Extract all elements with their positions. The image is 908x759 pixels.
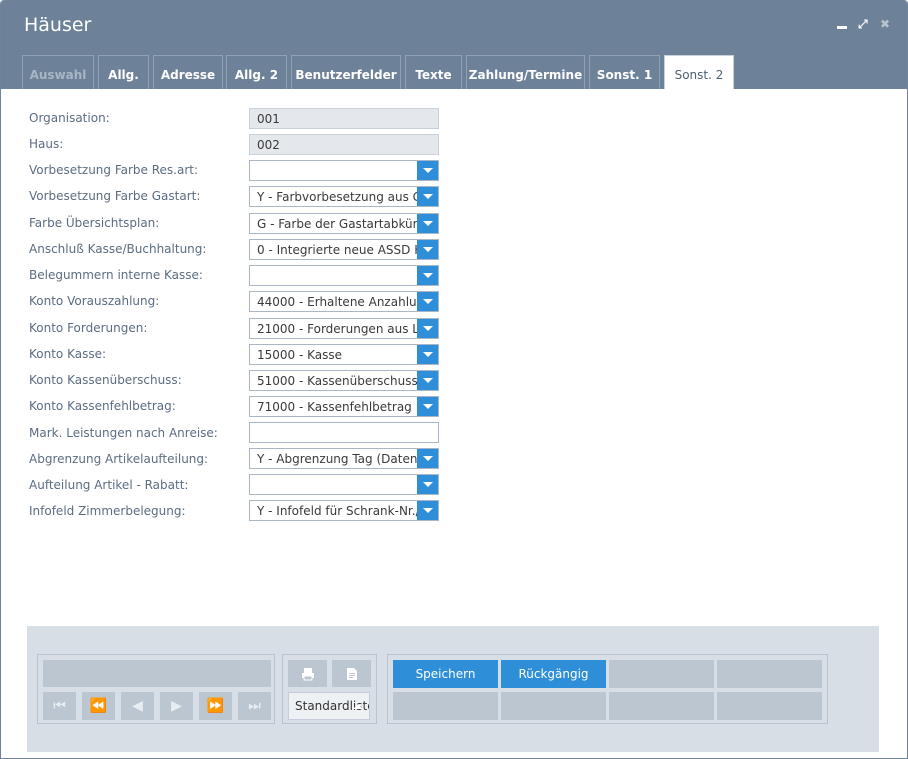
belegnummern-select[interactable] (249, 265, 439, 286)
empty-action-button (717, 692, 822, 720)
field-label: Konto Kassenfehlbetrag: (29, 399, 176, 413)
field-label: Belegummern interne Kasse: (29, 268, 203, 282)
farbe-gastart-select[interactable]: Y - Farbvorbesetzung aus Gastart (249, 186, 439, 207)
field-label: Vorbesetzung Farbe Res.art: (29, 163, 199, 177)
bottom-toolbar: ⏮ ⏪ ◀ ▶ ⏩ ⏭ Standardliste Speichern Rück… (27, 626, 879, 752)
empty-action-button (609, 660, 714, 688)
field-label: Aufteilung Artikel - Rabatt: (29, 478, 189, 492)
record-navigation-group: ⏮ ⏪ ◀ ▶ ⏩ ⏭ (37, 654, 275, 724)
tab-zahlung-termine[interactable]: Zahlung/Termine (466, 55, 585, 89)
first-record-icon[interactable]: ⏮ (43, 692, 76, 720)
konto-vorauszahlung-select[interactable]: 44000 - Erhaltene Anzahlungen (249, 291, 439, 312)
maximize-icon[interactable]: ⤢ (858, 17, 868, 32)
next-record-icon[interactable]: ▶ (160, 692, 193, 720)
chevron-down-icon[interactable] (417, 475, 438, 494)
action-button-group: Speichern Rückgängig (387, 654, 828, 724)
infofeld-zimmerbelegung-select[interactable]: Y - Infofeld für Schrank-Nr./Bemerkung (249, 500, 439, 521)
konto-kassenfehlbetrag-select[interactable]: 71000 - Kassenfehlbetrag (249, 396, 439, 417)
chevron-down-icon[interactable] (417, 501, 438, 520)
tab-sonst-2[interactable]: Sonst. 2 (664, 55, 734, 89)
field-label: Farbe Übersichtsplan: (29, 216, 160, 230)
tab-texte[interactable]: Texte (405, 55, 462, 89)
chevron-down-icon[interactable] (417, 345, 438, 364)
chevron-down-icon[interactable] (417, 449, 438, 468)
field-label: Organisation: (29, 111, 110, 125)
haus-field: 002 (249, 134, 439, 155)
field-value: 44000 - Erhaltene Anzahlungen (257, 295, 439, 309)
field-value: Y - Farbvorbesetzung aus Gastart (257, 190, 439, 204)
field-label: Infofeld Zimmerbelegung: (29, 504, 186, 518)
field-value: 001 (257, 112, 280, 126)
chevron-down-icon[interactable] (417, 319, 438, 338)
aufteilung-rabatt-select[interactable] (249, 474, 439, 495)
field-value: 71000 - Kassenfehlbetrag (257, 400, 412, 414)
field-value: 15000 - Kasse (257, 348, 343, 362)
document-icon[interactable] (332, 660, 371, 687)
field-value: Y - Abgrenzung Tag (Datenmenge) (257, 452, 438, 466)
print-group: Standardliste (282, 654, 377, 724)
field-label: Konto Vorauszahlung: (29, 294, 160, 308)
field-value: 21000 - Forderungen aus Lieferungen (257, 322, 438, 336)
tab-adresse[interactable]: Adresse (153, 55, 223, 89)
minimize-icon[interactable] (837, 16, 847, 29)
organisation-field: 001 (249, 108, 439, 129)
title-bar: Häuser ⤢ ✖ Auswahl Allg. Adresse Allg. 2… (1, 1, 907, 89)
field-label: Vorbesetzung Farbe Gastart: (29, 189, 201, 203)
chevron-down-icon[interactable] (417, 397, 438, 416)
field-label: Konto Forderungen: (29, 321, 148, 335)
farbe-resart-select[interactable] (249, 160, 439, 181)
field-label: Konto Kassenüberschuss: (29, 373, 182, 387)
chevron-down-icon[interactable] (417, 266, 438, 285)
konto-kassenueberschuss-select[interactable]: 51000 - Kassenüberschuss (249, 370, 439, 391)
field-value: 0 - Integrierte neue ASSD Kasse (257, 243, 439, 257)
field-value: G - Farbe der Gastartabkürzung (257, 217, 439, 231)
window-title: Häuser (24, 14, 92, 36)
mark-leistungen-input[interactable] (249, 422, 439, 443)
tab-sonst-1[interactable]: Sonst. 1 (589, 55, 660, 89)
field-label: Abgrenzung Artikelaufteilung: (29, 452, 209, 466)
konto-kasse-select[interactable]: 15000 - Kasse (249, 344, 439, 365)
field-label: Konto Kasse: (29, 347, 107, 361)
field-label: Haus: (29, 137, 64, 151)
tab-allg[interactable]: Allg. (98, 55, 149, 89)
fast-back-icon[interactable]: ⏪ (82, 692, 115, 720)
tab-benutzerfelder[interactable]: Benutzerfelder (291, 55, 401, 89)
tab-auswahl[interactable]: Auswahl (22, 55, 94, 89)
chevron-up-icon (353, 704, 363, 709)
printer-icon[interactable] (288, 660, 327, 687)
farbe-uebersichtsplan-select[interactable]: G - Farbe der Gastartabkürzung (249, 213, 439, 234)
layout-select[interactable]: Standardliste (288, 692, 370, 720)
chevron-down-icon[interactable] (417, 161, 438, 180)
empty-action-button (717, 660, 822, 688)
empty-action-button (609, 692, 714, 720)
field-value: 002 (257, 138, 280, 152)
haeuser-window: Häuser ⤢ ✖ Auswahl Allg. Adresse Allg. 2… (0, 0, 908, 759)
fast-forward-icon[interactable]: ⏩ (199, 692, 232, 720)
chevron-down-icon[interactable] (417, 371, 438, 390)
konto-forderungen-select[interactable]: 21000 - Forderungen aus Lieferungen (249, 318, 439, 339)
field-label: Mark. Leistungen nach Anreise: (29, 426, 218, 440)
field-value: 51000 - Kassenüberschuss (257, 374, 418, 388)
empty-action-button (393, 692, 498, 720)
close-icon[interactable]: ✖ (880, 17, 890, 31)
chevron-down-icon[interactable] (417, 240, 438, 259)
empty-action-button (501, 692, 606, 720)
chevron-down-icon[interactable] (417, 187, 438, 206)
chevron-down-icon[interactable] (417, 214, 438, 233)
field-value: Y - Infofeld für Schrank-Nr./Bemerkung (257, 504, 438, 518)
anschluss-kasse-select[interactable]: 0 - Integrierte neue ASSD Kasse (249, 239, 439, 260)
field-label: Anschluß Kasse/Buchhaltung: (29, 242, 207, 256)
chevron-down-icon[interactable] (417, 292, 438, 311)
save-button[interactable]: Speichern (393, 660, 498, 688)
prev-record-icon[interactable]: ◀ (121, 692, 154, 720)
record-info-bar (43, 660, 271, 687)
tab-allg-2[interactable]: Allg. 2 (226, 55, 287, 89)
last-record-icon[interactable]: ⏭ (238, 692, 271, 720)
abgrenzung-artikel-select[interactable]: Y - Abgrenzung Tag (Datenmenge) (249, 448, 439, 469)
undo-button[interactable]: Rückgängig (501, 660, 606, 688)
